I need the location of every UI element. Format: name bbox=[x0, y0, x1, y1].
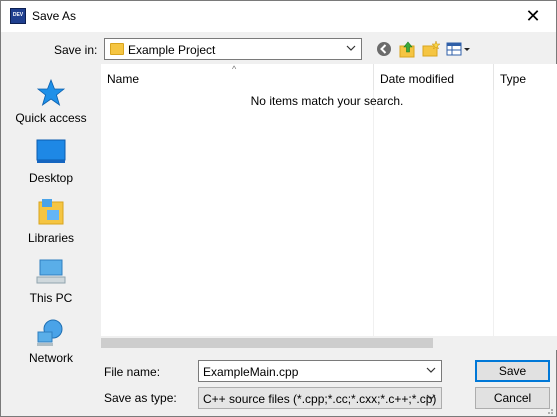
libraries-icon bbox=[35, 198, 67, 228]
save-in-dropdown[interactable]: Example Project bbox=[104, 38, 362, 60]
back-button[interactable] bbox=[375, 40, 395, 58]
sort-ascending-icon: ^ bbox=[232, 64, 237, 74]
file-name-value: ExampleMain.cpp bbox=[203, 365, 299, 379]
horizontal-scrollbar[interactable] bbox=[101, 336, 557, 350]
back-icon bbox=[377, 42, 391, 56]
empty-list-message: No items match your search. bbox=[250, 94, 404, 108]
window-title: Save As bbox=[32, 9, 77, 23]
save-as-dialog: Save As ✕ Save in: Example Project bbox=[0, 0, 557, 417]
folder-icon bbox=[110, 43, 124, 55]
save-in-label: Save in: bbox=[54, 43, 98, 57]
this-pc-icon bbox=[35, 258, 67, 288]
place-label: Desktop bbox=[28, 171, 74, 185]
app-icon bbox=[10, 8, 26, 24]
new-folder-button[interactable] bbox=[421, 40, 441, 58]
file-list[interactable]: Name ^ Date modified Type No items match… bbox=[101, 64, 557, 350]
quick-access-star-icon bbox=[35, 78, 67, 108]
network-icon bbox=[35, 318, 67, 348]
scrollbar-thumb[interactable] bbox=[101, 338, 433, 348]
save-as-type-label: Save as type: bbox=[104, 391, 177, 405]
chevron-down-icon bbox=[345, 42, 357, 54]
up-folder-icon bbox=[399, 41, 415, 58]
title-bar[interactable]: Save As ✕ bbox=[1, 1, 556, 32]
chevron-down-icon[interactable] bbox=[425, 364, 437, 376]
column-divider bbox=[373, 90, 374, 336]
up-folder-button[interactable] bbox=[398, 40, 418, 58]
place-this-pc[interactable]: This PC bbox=[3, 258, 87, 316]
place-libraries[interactable]: Libraries bbox=[3, 198, 87, 256]
view-menu-icon bbox=[446, 42, 470, 56]
place-label: Network bbox=[28, 351, 73, 365]
cancel-button[interactable]: Cancel bbox=[475, 387, 550, 409]
new-folder-icon bbox=[422, 40, 441, 57]
desktop-icon bbox=[35, 138, 67, 168]
close-icon: ✕ bbox=[525, 6, 541, 26]
place-desktop[interactable]: Desktop bbox=[3, 138, 87, 196]
column-header-type[interactable]: Type bbox=[493, 64, 557, 90]
view-menu-button[interactable] bbox=[446, 40, 472, 58]
place-label: Quick access bbox=[15, 111, 87, 125]
save-as-type-dropdown[interactable]: C++ source files (*.cpp;*.cc;*.cxx;*.c++… bbox=[198, 387, 442, 409]
file-name-input[interactable]: ExampleMain.cpp bbox=[198, 360, 442, 382]
resize-grip-icon[interactable] bbox=[544, 404, 554, 414]
column-divider bbox=[493, 90, 494, 336]
place-label: Libraries bbox=[27, 231, 75, 245]
place-quick-access[interactable]: Quick access bbox=[3, 78, 87, 136]
column-header-name[interactable]: Name bbox=[101, 64, 373, 90]
save-in-value: Example Project bbox=[128, 43, 216, 57]
column-header-date-modified[interactable]: Date modified bbox=[373, 64, 493, 90]
save-as-type-value: C++ source files (*.cpp;*.cc;*.cxx;*.c++… bbox=[203, 392, 437, 406]
close-button[interactable]: ✕ bbox=[510, 1, 556, 32]
place-network[interactable]: Network bbox=[3, 318, 87, 376]
chevron-down-icon bbox=[425, 391, 437, 403]
place-label: This PC bbox=[29, 291, 73, 305]
save-button[interactable]: Save bbox=[475, 360, 550, 382]
places-bar: Quick access Desktop Libraries This PC N… bbox=[3, 64, 98, 367]
file-name-label: File name: bbox=[104, 365, 161, 379]
